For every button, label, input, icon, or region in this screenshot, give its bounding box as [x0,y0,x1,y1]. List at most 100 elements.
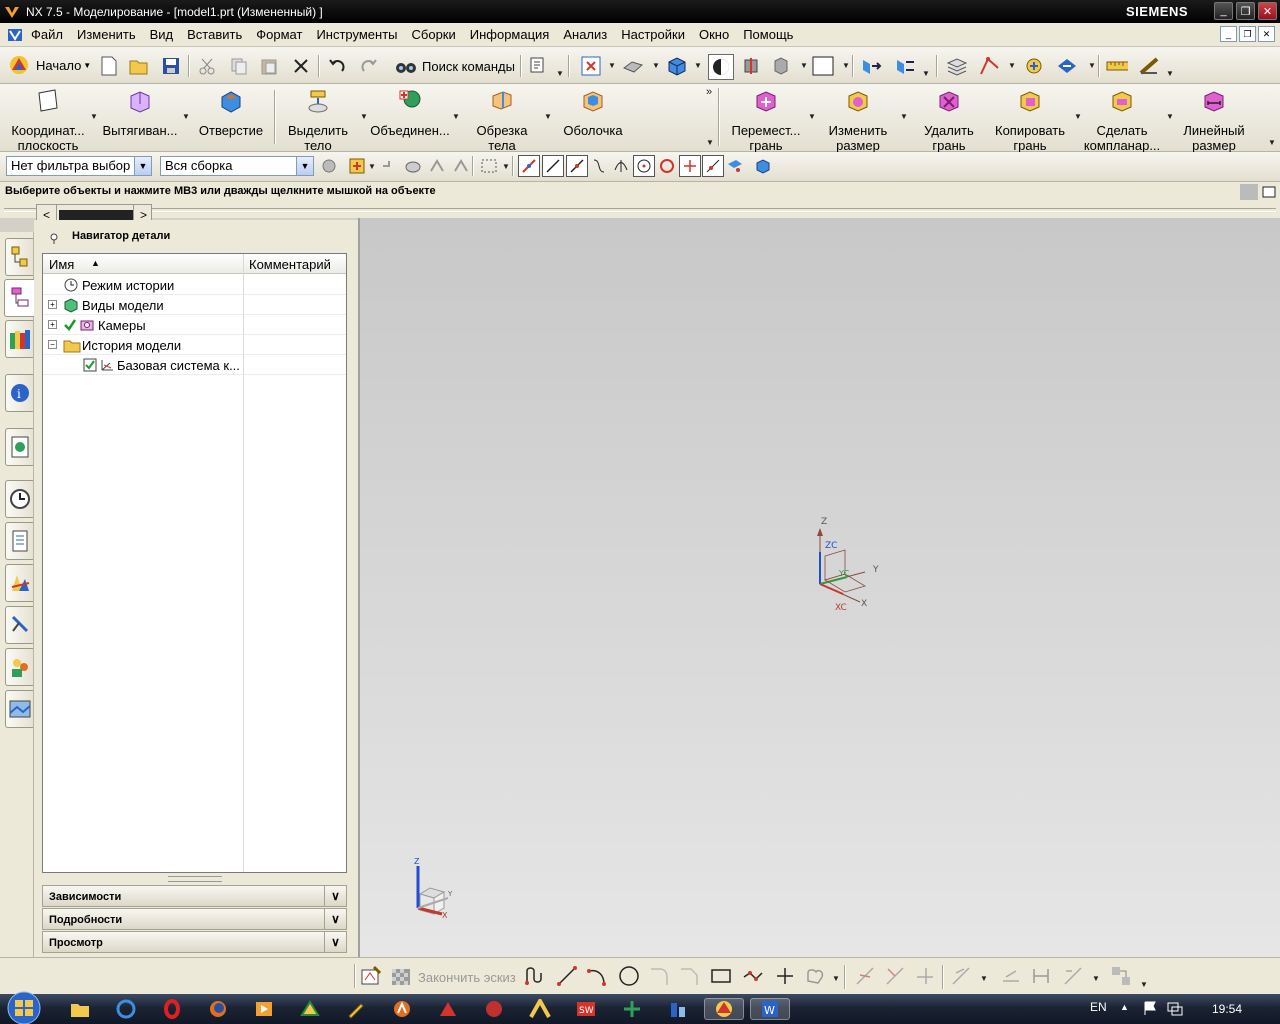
tray-expand-icon[interactable]: ▲ [1120,1002,1129,1012]
start-button[interactable]: Начало ▼ [8,53,94,77]
roles-tab[interactable] [5,648,33,686]
chevron-down-icon[interactable]: ∨ [324,909,346,929]
extrude-button[interactable]: Вытягиван... [100,84,180,150]
move-face-button[interactable]: Перемест... грань [726,84,806,153]
paste-icon[interactable] [258,55,280,77]
doc-restore-button[interactable]: ❐ [1239,26,1256,42]
snap-intersection-icon[interactable] [610,155,632,177]
rectangle-select-icon[interactable] [478,155,500,177]
web-browser-tab[interactable] [5,428,33,466]
hd3d-tools-tab[interactable]: i [5,374,33,412]
full-screen-icon[interactable] [1260,184,1278,200]
close-button[interactable]: ✕ [1258,2,1277,20]
column-comment-header[interactable]: Комментарий [249,257,331,272]
new-icon[interactable] [98,55,120,77]
menu-tools[interactable]: Инструменты [309,27,404,42]
nx-taskbar-icon[interactable] [704,998,744,1020]
details-panel[interactable]: Подробности ∨ [42,908,347,930]
checkbox-icon[interactable] [83,358,97,372]
network-icon[interactable] [1166,1000,1184,1016]
measure-distance-icon[interactable] [1106,55,1128,77]
snap-quadrant-icon[interactable] [656,155,678,177]
wcs-orient-icon[interactable] [860,55,882,77]
fit-view-icon[interactable] [580,55,602,77]
chevron-down-icon[interactable]: ∨ [324,932,346,952]
linear-dimension-button[interactable]: Линейный размер [1176,84,1252,153]
save-icon[interactable] [160,55,182,77]
archicad-taskbar-icon[interactable] [528,998,552,1020]
snap-control-icon[interactable] [588,155,610,177]
profile-icon[interactable] [524,965,546,987]
app-red-taskbar-icon[interactable] [482,998,506,1020]
orient-view-icon[interactable] [622,55,644,77]
extract-body-button[interactable]: Выделить тело [282,84,354,153]
arc-icon[interactable] [586,965,608,987]
part-navigator-tab[interactable] [4,279,34,317]
select-body-icon[interactable] [450,155,472,177]
circle-icon[interactable] [618,965,640,987]
snap-midpoint-icon[interactable] [566,155,588,177]
delete-icon[interactable] [290,55,312,77]
command-finder-button[interactable]: Поиск команды [394,55,515,77]
ie-taskbar-icon[interactable] [114,998,138,1020]
unite-button[interactable]: Объединен... [368,84,452,150]
deselect-icon[interactable] [378,155,400,177]
dependencies-panel[interactable]: Зависимости ∨ [42,885,347,907]
filter-reset-icon[interactable] [318,155,340,177]
expand-icon[interactable]: + [48,300,57,309]
snap-line-icon[interactable] [542,155,564,177]
polygon-icon[interactable] [742,965,764,987]
menu-help[interactable]: Помощь [736,27,800,42]
graphics-window[interactable]: Z ZC Y YC X XC Z Y X [358,218,1280,957]
delete-face-button[interactable]: Удалить грань [912,84,986,153]
quick-extend-icon[interactable] [884,965,906,987]
pen-taskbar-icon[interactable] [344,998,368,1020]
snap-on-face-icon[interactable] [724,155,746,177]
datum-plane-button[interactable]: Координат... плоскость [6,84,90,153]
section-view-icon[interactable] [740,55,762,77]
shell-button[interactable]: Оболочка [556,84,630,150]
history-tab[interactable] [5,480,33,518]
menu-assemblies[interactable]: Сборки [405,27,463,42]
select-all-icon[interactable] [402,155,424,177]
cut-icon[interactable] [196,55,218,77]
maximize-button[interactable]: ❐ [1236,2,1255,20]
status-toggle-icon[interactable] [1240,184,1258,200]
column-name-header[interactable]: Имя [49,257,74,272]
process-studio-tab[interactable] [5,564,33,602]
language-indicator[interactable]: EN [1090,1000,1107,1014]
rectangle-icon[interactable] [710,965,732,987]
tree-row-model-views[interactable]: + Виды модели [43,295,346,315]
menu-view[interactable]: Вид [143,27,181,42]
snap-bounded-icon[interactable] [752,155,774,177]
minimize-button[interactable]: _ [1214,2,1233,20]
app-blue-taskbar-icon[interactable] [666,998,690,1020]
select-feature-tree-icon[interactable] [426,155,448,177]
copy-icon[interactable] [228,55,250,77]
wcs-dynamics-icon[interactable] [894,55,916,77]
snap-existing-point-icon[interactable] [679,155,701,177]
manufacturing-wizard-tab[interactable] [5,606,33,644]
chamfer-icon[interactable] [678,965,700,987]
offset-curve-icon[interactable] [804,965,826,987]
snap-endpoint-icon[interactable] [518,155,540,177]
panel-splitter[interactable] [168,876,222,882]
auto-constrain-icon[interactable] [1000,965,1022,987]
datum-csys-triad[interactable]: Z ZC Y YC X XC [805,514,885,614]
shaded-view-icon[interactable] [666,55,688,77]
constraints-icon[interactable] [950,965,972,987]
type-filter-combo[interactable]: Нет фильтра выбор ▼ [6,156,152,176]
menu-file[interactable]: Файл [24,27,70,42]
avast-taskbar-icon[interactable] [390,998,414,1020]
chevron-down-icon[interactable]: ∨ [324,886,346,906]
hole-button[interactable]: Отверстие [194,84,268,150]
solidworks-taskbar-icon[interactable]: SW [574,998,598,1020]
pick-mode-icon[interactable] [1056,55,1078,77]
chevron-down-icon[interactable]: ▼ [296,157,313,175]
doc-minimize-button[interactable]: _ [1220,26,1237,42]
app-green-taskbar-icon[interactable] [620,998,644,1020]
line-icon[interactable] [556,965,578,987]
tree-row-history-mode[interactable]: Режим истории [43,275,346,295]
menu-window[interactable]: Окно [692,27,736,42]
snap-point-icon[interactable] [978,55,1000,77]
